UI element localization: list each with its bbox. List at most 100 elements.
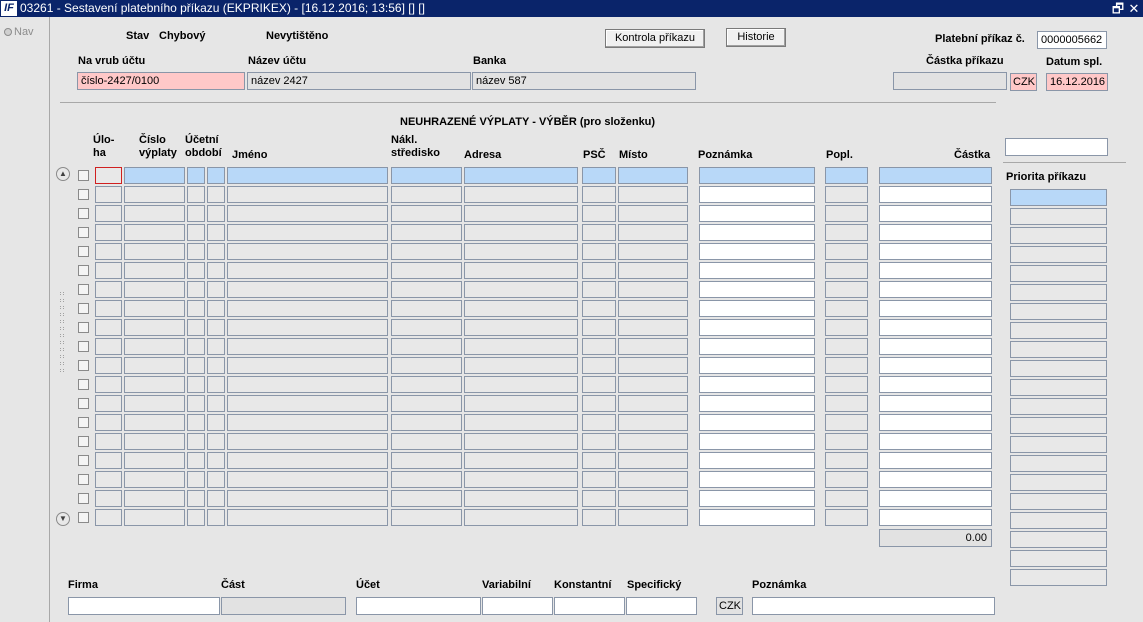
adresa-cell[interactable] (464, 338, 578, 355)
obdobi-a-cell[interactable] (187, 205, 205, 222)
stredisko-cell[interactable] (391, 490, 462, 507)
castka-cell[interactable] (879, 338, 992, 355)
castka-cell[interactable] (879, 243, 992, 260)
misto-cell[interactable] (618, 224, 688, 241)
scroll-grip[interactable] (60, 362, 64, 365)
adresa-cell[interactable] (464, 471, 578, 488)
castka-cell[interactable] (879, 490, 992, 507)
konstantni-input[interactable] (554, 597, 625, 615)
psc-cell[interactable] (582, 300, 616, 317)
misto-cell[interactable] (618, 471, 688, 488)
castka-cell[interactable] (879, 205, 992, 222)
misto-cell[interactable] (618, 490, 688, 507)
uloha-cell[interactable] (95, 300, 122, 317)
priorita-cell[interactable] (1010, 341, 1107, 358)
jmeno-cell[interactable] (227, 509, 388, 526)
popl-cell[interactable] (825, 338, 868, 355)
jmeno-cell[interactable] (227, 490, 388, 507)
row-checkbox[interactable] (78, 436, 89, 447)
psc-cell[interactable] (582, 452, 616, 469)
jmeno-cell[interactable] (227, 224, 388, 241)
popl-cell[interactable] (825, 414, 868, 431)
obdobi-b-cell[interactable] (207, 205, 225, 222)
adresa-cell[interactable] (464, 205, 578, 222)
uloha-cell[interactable] (95, 395, 122, 412)
poznamka-cell[interactable] (699, 452, 815, 469)
popl-cell[interactable] (825, 395, 868, 412)
cislo-cell[interactable] (124, 414, 185, 431)
cislo-cell[interactable] (124, 281, 185, 298)
obdobi-b-cell[interactable] (207, 357, 225, 374)
na-vrub-field[interactable]: číslo-2427/0100 (77, 72, 245, 90)
cislo-cell[interactable] (124, 357, 185, 374)
uloha-cell[interactable] (95, 338, 122, 355)
jmeno-cell[interactable] (227, 452, 388, 469)
obdobi-b-cell[interactable] (207, 281, 225, 298)
stredisko-cell[interactable] (391, 300, 462, 317)
scroll-grip[interactable] (60, 306, 64, 309)
scroll-grip[interactable] (60, 348, 64, 351)
uloha-cell[interactable] (95, 186, 122, 203)
adresa-cell[interactable] (464, 395, 578, 412)
poznamka-cell[interactable] (699, 186, 815, 203)
platebni-prikaz-field[interactable]: 0000005662 (1037, 31, 1107, 49)
priorita-cell[interactable] (1010, 227, 1107, 244)
misto-cell[interactable] (618, 452, 688, 469)
psc-cell[interactable] (582, 319, 616, 336)
uloha-cell[interactable] (95, 357, 122, 374)
priorita-cell[interactable] (1010, 512, 1107, 529)
row-checkbox[interactable] (78, 474, 89, 485)
obdobi-b-cell[interactable] (207, 490, 225, 507)
priorita-cell[interactable] (1010, 189, 1107, 206)
stredisko-cell[interactable] (391, 357, 462, 374)
uloha-cell[interactable] (95, 490, 122, 507)
scroll-grip[interactable] (60, 292, 64, 295)
obdobi-a-cell[interactable] (187, 376, 205, 393)
cislo-cell[interactable] (124, 262, 185, 279)
adresa-cell[interactable] (464, 433, 578, 450)
poznamka-cell[interactable] (699, 262, 815, 279)
popl-cell[interactable] (825, 433, 868, 450)
scroll-grip[interactable] (60, 341, 64, 344)
nav-toggle[interactable]: Nav (4, 26, 34, 38)
priorita-cell[interactable] (1010, 436, 1107, 453)
jmeno-cell[interactable] (227, 414, 388, 431)
poznamka-cell[interactable] (699, 490, 815, 507)
adresa-cell[interactable] (464, 376, 578, 393)
row-checkbox[interactable] (78, 455, 89, 466)
cislo-cell[interactable] (124, 319, 185, 336)
misto-cell[interactable] (618, 376, 688, 393)
obdobi-b-cell[interactable] (207, 452, 225, 469)
poznamka-cell[interactable] (699, 433, 815, 450)
poznamka-cell[interactable] (699, 338, 815, 355)
priorita-cell[interactable] (1010, 417, 1107, 434)
psc-cell[interactable] (582, 205, 616, 222)
popl-cell[interactable] (825, 357, 868, 374)
castka-cell[interactable] (879, 281, 992, 298)
poznamka-cell[interactable] (699, 395, 815, 412)
specificky-input[interactable] (626, 597, 697, 615)
jmeno-cell[interactable] (227, 186, 388, 203)
restore-window-icon[interactable]: 🗗 (1110, 1, 1126, 16)
castka-cell[interactable] (879, 357, 992, 374)
adresa-cell[interactable] (464, 319, 578, 336)
popl-cell[interactable] (825, 281, 868, 298)
cislo-cell[interactable] (124, 490, 185, 507)
stredisko-cell[interactable] (391, 376, 462, 393)
poznamka-cell[interactable] (699, 205, 815, 222)
priorita-cell[interactable] (1010, 303, 1107, 320)
cislo-cell[interactable] (124, 186, 185, 203)
cislo-cell[interactable] (124, 167, 185, 184)
adresa-cell[interactable] (464, 224, 578, 241)
obdobi-a-cell[interactable] (187, 433, 205, 450)
psc-cell[interactable] (582, 395, 616, 412)
stredisko-cell[interactable] (391, 509, 462, 526)
priorita-cell[interactable] (1010, 360, 1107, 377)
scroll-grip[interactable] (60, 327, 64, 330)
cislo-cell[interactable] (124, 224, 185, 241)
uloha-cell[interactable] (95, 376, 122, 393)
uloha-cell[interactable] (95, 471, 122, 488)
castka-cell[interactable] (879, 262, 992, 279)
popl-cell[interactable] (825, 452, 868, 469)
priorita-cell[interactable] (1010, 550, 1107, 567)
